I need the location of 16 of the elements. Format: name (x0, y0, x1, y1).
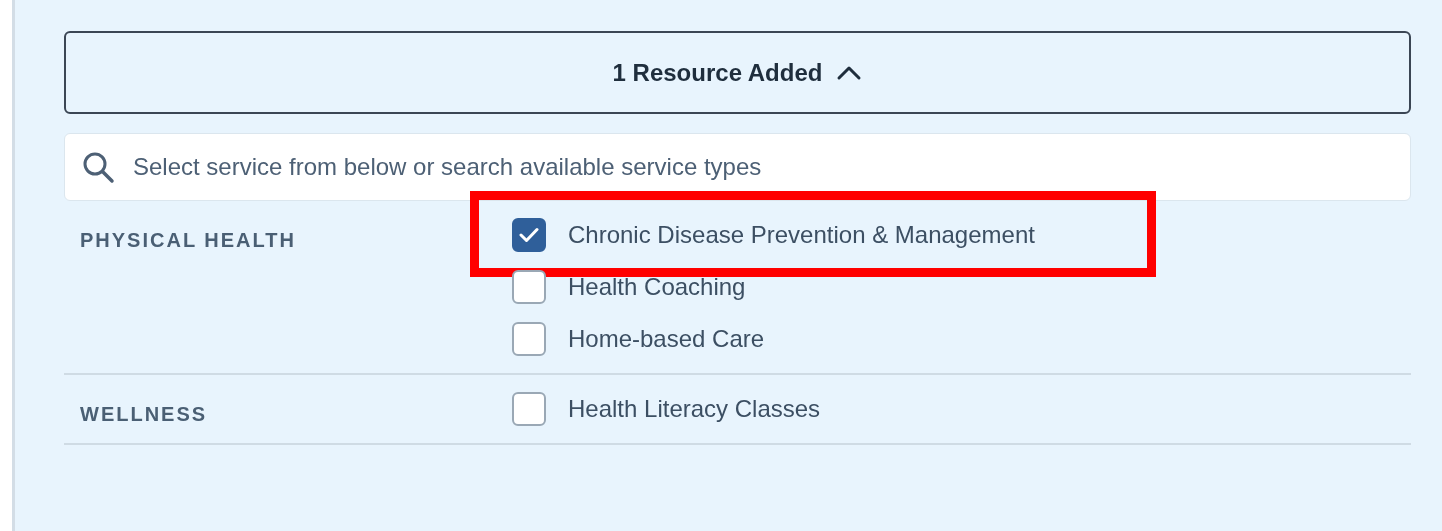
service-option[interactable]: Health Literacy Classes (512, 391, 821, 427)
category-label: PHYSICAL HEALTH (80, 229, 297, 252)
checkbox[interactable] (512, 218, 546, 252)
service-option[interactable]: Chronic Disease Prevention & Management (512, 217, 1035, 253)
service-option[interactable]: Home-based Care (512, 321, 765, 357)
checkbox[interactable] (512, 322, 546, 356)
resources-toggle-button[interactable]: 1 Resource Added (64, 31, 1411, 114)
search-bar[interactable]: Select service from below or search available service types (64, 133, 1411, 201)
service-option[interactable]: Health Coaching (512, 269, 746, 305)
search-field[interactable]: Select service from below or search available service types (131, 152, 1410, 182)
search-icon (81, 150, 115, 184)
checkbox[interactable] (512, 270, 546, 304)
category-label: WELLNESS (80, 403, 209, 426)
chevron-icon (836, 64, 863, 81)
checkmark-icon (519, 227, 539, 243)
checkbox[interactable] (512, 392, 546, 426)
